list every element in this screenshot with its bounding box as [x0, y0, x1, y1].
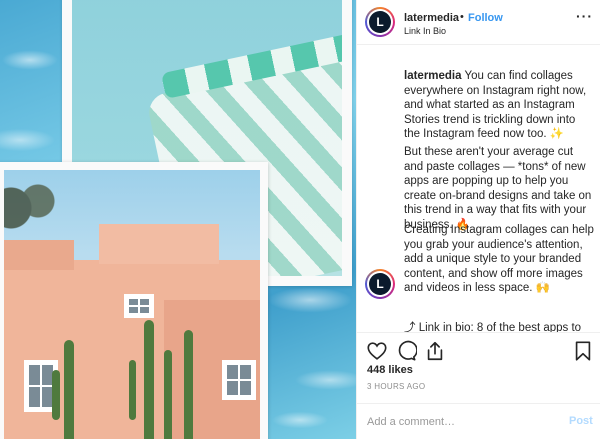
bookmark-icon[interactable] — [572, 340, 594, 362]
adobe-building-graphic — [4, 224, 260, 439]
avatar-logo: L — [369, 11, 391, 33]
avatar[interactable]: L — [365, 7, 395, 37]
post-comment-button[interactable]: Post — [569, 415, 593, 427]
caption-paragraph-2: But these aren't your average cut and pa… — [404, 146, 592, 231]
likes-count[interactable]: 448 likes — [367, 364, 413, 376]
more-options-icon[interactable]: ··· — [576, 8, 593, 24]
post-header: L latermedia • Follow Link In Bio ··· — [357, 0, 600, 44]
caption-paragraph-4: ⤴ Link in bio: 8 of the best apps to cre… — [404, 322, 582, 332]
separator-dot: • — [460, 11, 464, 23]
caption-avatar[interactable]: L — [365, 269, 395, 299]
post-side-panel: L latermedia • Follow Link In Bio ··· la… — [356, 0, 600, 439]
location-subtitle[interactable]: Link In Bio — [404, 26, 446, 36]
comment-input[interactable] — [367, 414, 547, 430]
heart-icon[interactable] — [366, 340, 388, 362]
post-timestamp[interactable]: 3 HOURS AGO — [367, 382, 425, 391]
caption-scroll-area[interactable]: latermedia You can find collages everywh… — [357, 44, 600, 332]
caption-paragraph-3: Creating Instagram collages can help you… — [404, 224, 594, 294]
comment-bar: Post — [357, 403, 600, 439]
share-icon[interactable] — [424, 340, 446, 362]
caption-paragraph-1: latermedia You can find collages everywh… — [404, 70, 587, 140]
comment-icon[interactable] — [395, 340, 417, 362]
post-image[interactable] — [0, 0, 356, 439]
collage-photo-building — [0, 162, 268, 439]
follow-button[interactable]: Follow — [468, 12, 503, 24]
username-link[interactable]: latermedia — [404, 12, 459, 24]
caption-username[interactable]: latermedia — [404, 70, 462, 82]
